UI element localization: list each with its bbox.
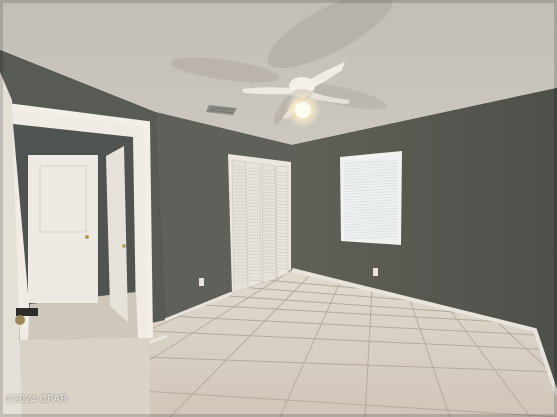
door-knob (85, 235, 89, 239)
door-handle (15, 315, 25, 325)
wall-outlet (199, 278, 204, 286)
window-with-blinds (340, 151, 402, 245)
photo-watermark: ©2024 CPAR (6, 394, 68, 405)
wall-outlet-right (373, 268, 378, 276)
hallway-door (28, 155, 98, 303)
room-scene (0, 0, 557, 417)
closet-doors (228, 154, 291, 293)
hallway-doorway (0, 103, 153, 417)
fan-light-bulb (295, 102, 311, 118)
room-photo: ©2024 CPAR (0, 0, 557, 417)
